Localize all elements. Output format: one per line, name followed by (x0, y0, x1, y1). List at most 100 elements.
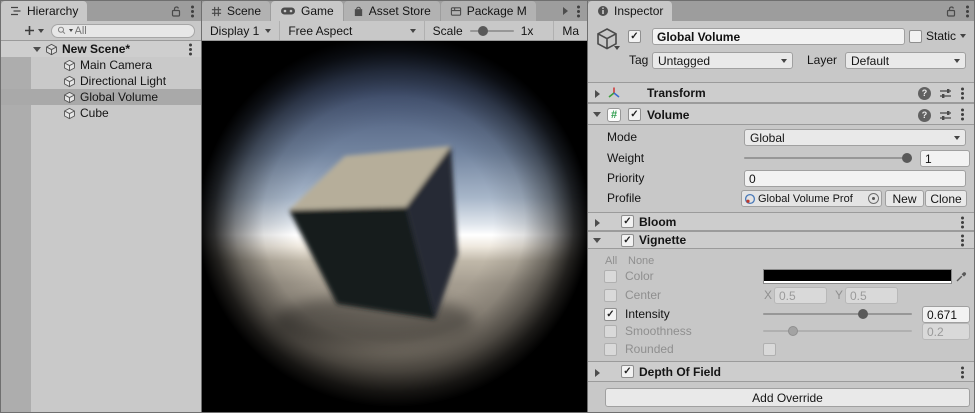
foldout-closed-icon[interactable] (595, 90, 600, 98)
volume-enabled-checkbox[interactable] (628, 108, 641, 121)
layer-value: Default (851, 54, 889, 68)
weight-slider[interactable] (744, 150, 912, 166)
help-icon[interactable] (918, 87, 931, 100)
intensity-value-field[interactable] (922, 306, 970, 323)
intensity-label: Intensity (625, 306, 670, 323)
maximize-toggle[interactable]: Ma (554, 24, 587, 38)
info-icon (597, 5, 609, 17)
game-panel-menu-icon[interactable] (577, 10, 580, 13)
bloom-enabled-checkbox[interactable] (621, 215, 634, 228)
profile-clone-button[interactable]: Clone (925, 190, 967, 207)
tab-game[interactable]: Game (271, 1, 343, 21)
tab-overflow-arrow-icon[interactable] (563, 7, 568, 15)
help-icon[interactable] (918, 109, 931, 122)
priority-value-field[interactable] (744, 170, 966, 187)
tag-dropdown[interactable]: Untagged (652, 52, 793, 69)
game-viewport[interactable] (202, 41, 587, 413)
lock-icon[interactable] (170, 5, 182, 18)
gameobject-name-field[interactable] (652, 28, 905, 45)
smoothness-value-field[interactable] (922, 323, 970, 340)
intensity-override-checkbox[interactable] (604, 308, 617, 321)
tab-inspector[interactable]: Inspector (588, 1, 672, 21)
dof-enabled-checkbox[interactable] (621, 365, 634, 378)
add-override-button[interactable]: Add Override (605, 388, 970, 407)
override-menu-icon[interactable] (961, 371, 964, 374)
tab-asset-store[interactable]: Asset Store (344, 1, 440, 21)
profile-new-button[interactable]: New (885, 190, 924, 207)
weight-slider-handle[interactable] (902, 153, 912, 163)
smoothness-slider[interactable] (763, 323, 912, 339)
color-override-checkbox[interactable] (604, 270, 617, 283)
dropdown-arrow-icon (265, 29, 271, 33)
tab-hierarchy[interactable]: Hierarchy (1, 1, 87, 21)
profile-object-field[interactable]: Global Volume Prof (741, 190, 882, 207)
layer-dropdown[interactable]: Default (845, 52, 966, 69)
foldout-closed-icon[interactable] (595, 219, 600, 227)
tree-row-scene[interactable]: New Scene* (1, 41, 201, 57)
foldout-open-icon[interactable] (593, 112, 601, 117)
plus-icon (24, 25, 35, 36)
scene-grid-icon (211, 6, 222, 17)
preset-icon[interactable] (939, 109, 952, 122)
component-menu-icon[interactable] (961, 113, 964, 116)
smoothness-slider-handle[interactable] (788, 326, 798, 336)
profile-value: Global Volume Prof (758, 193, 853, 205)
volume-header[interactable]: Volume (588, 103, 975, 125)
foldout-open-icon[interactable] (593, 238, 601, 243)
center-x-field[interactable] (774, 287, 827, 304)
display-dropdown[interactable]: Display 1 (202, 24, 279, 38)
object-picker-icon[interactable] (868, 193, 879, 204)
inspector-menu-icon[interactable] (966, 10, 969, 13)
vignette-header[interactable]: Vignette (588, 231, 975, 249)
preset-icon[interactable] (939, 87, 952, 100)
rounded-override-checkbox[interactable] (604, 343, 617, 356)
gameobject-active-checkbox[interactable] (628, 30, 641, 43)
vignette-enabled-checkbox[interactable] (621, 234, 634, 247)
color-label: Color (625, 268, 654, 285)
depth-of-field-header[interactable]: Depth Of Field (588, 361, 975, 382)
component-menu-icon[interactable] (961, 92, 964, 95)
smoothness-override-checkbox[interactable] (604, 325, 617, 338)
foldout-closed-icon[interactable] (595, 369, 600, 377)
gameobject-header-row: Static (588, 28, 975, 48)
tree-row-cube[interactable]: Cube (1, 105, 201, 121)
eyedropper-icon[interactable] (955, 270, 968, 283)
hierarchy-search[interactable] (51, 24, 195, 38)
center-override-checkbox[interactable] (604, 289, 617, 302)
override-menu-icon[interactable] (961, 221, 964, 224)
tree-row-main-camera[interactable]: Main Camera (1, 57, 201, 73)
smoothness-label: Smoothness (625, 323, 692, 340)
hierarchy-menu-icon[interactable] (191, 10, 194, 13)
weight-value-field[interactable] (920, 150, 970, 167)
override-menu-icon[interactable] (961, 239, 964, 242)
search-input[interactable] (75, 25, 189, 37)
intensity-slider-handle[interactable] (858, 309, 868, 319)
tab-scene[interactable]: Scene (202, 1, 270, 21)
center-y-field[interactable] (845, 287, 898, 304)
tree-row-directional-light[interactable]: Directional Light (1, 73, 201, 89)
rounded-value-checkbox[interactable] (763, 343, 776, 356)
inspector-tab-label: Inspector (614, 4, 663, 18)
vignette-overlay (202, 41, 587, 413)
create-object-button[interactable] (24, 25, 44, 36)
tree-row-global-volume[interactable]: Global Volume (1, 89, 201, 105)
bloom-header[interactable]: Bloom (588, 212, 975, 231)
scale-slider-handle[interactable] (478, 26, 488, 36)
foldout-open-icon[interactable] (33, 47, 41, 52)
dropdown-arrow-icon (410, 29, 416, 33)
static-checkbox[interactable] (909, 30, 922, 43)
static-dropdown-arrow-icon[interactable] (960, 34, 966, 38)
hierarchy-tab-label: Hierarchy (27, 4, 78, 18)
scene-menu-icon[interactable] (189, 48, 192, 51)
scale-slider[interactable] (470, 23, 514, 39)
tab-package-manager[interactable]: Package M (441, 1, 536, 21)
aspect-dropdown[interactable]: Free Aspect (280, 24, 423, 38)
transform-header[interactable]: Transform (588, 82, 975, 103)
mode-row: Mode Global (588, 129, 975, 146)
mode-dropdown[interactable]: Global (744, 129, 966, 146)
intensity-slider[interactable] (763, 306, 912, 322)
shopping-bag-icon (353, 5, 364, 17)
color-swatch[interactable] (763, 269, 952, 284)
intensity-slider-track (763, 313, 912, 315)
lock-icon[interactable] (945, 5, 957, 18)
